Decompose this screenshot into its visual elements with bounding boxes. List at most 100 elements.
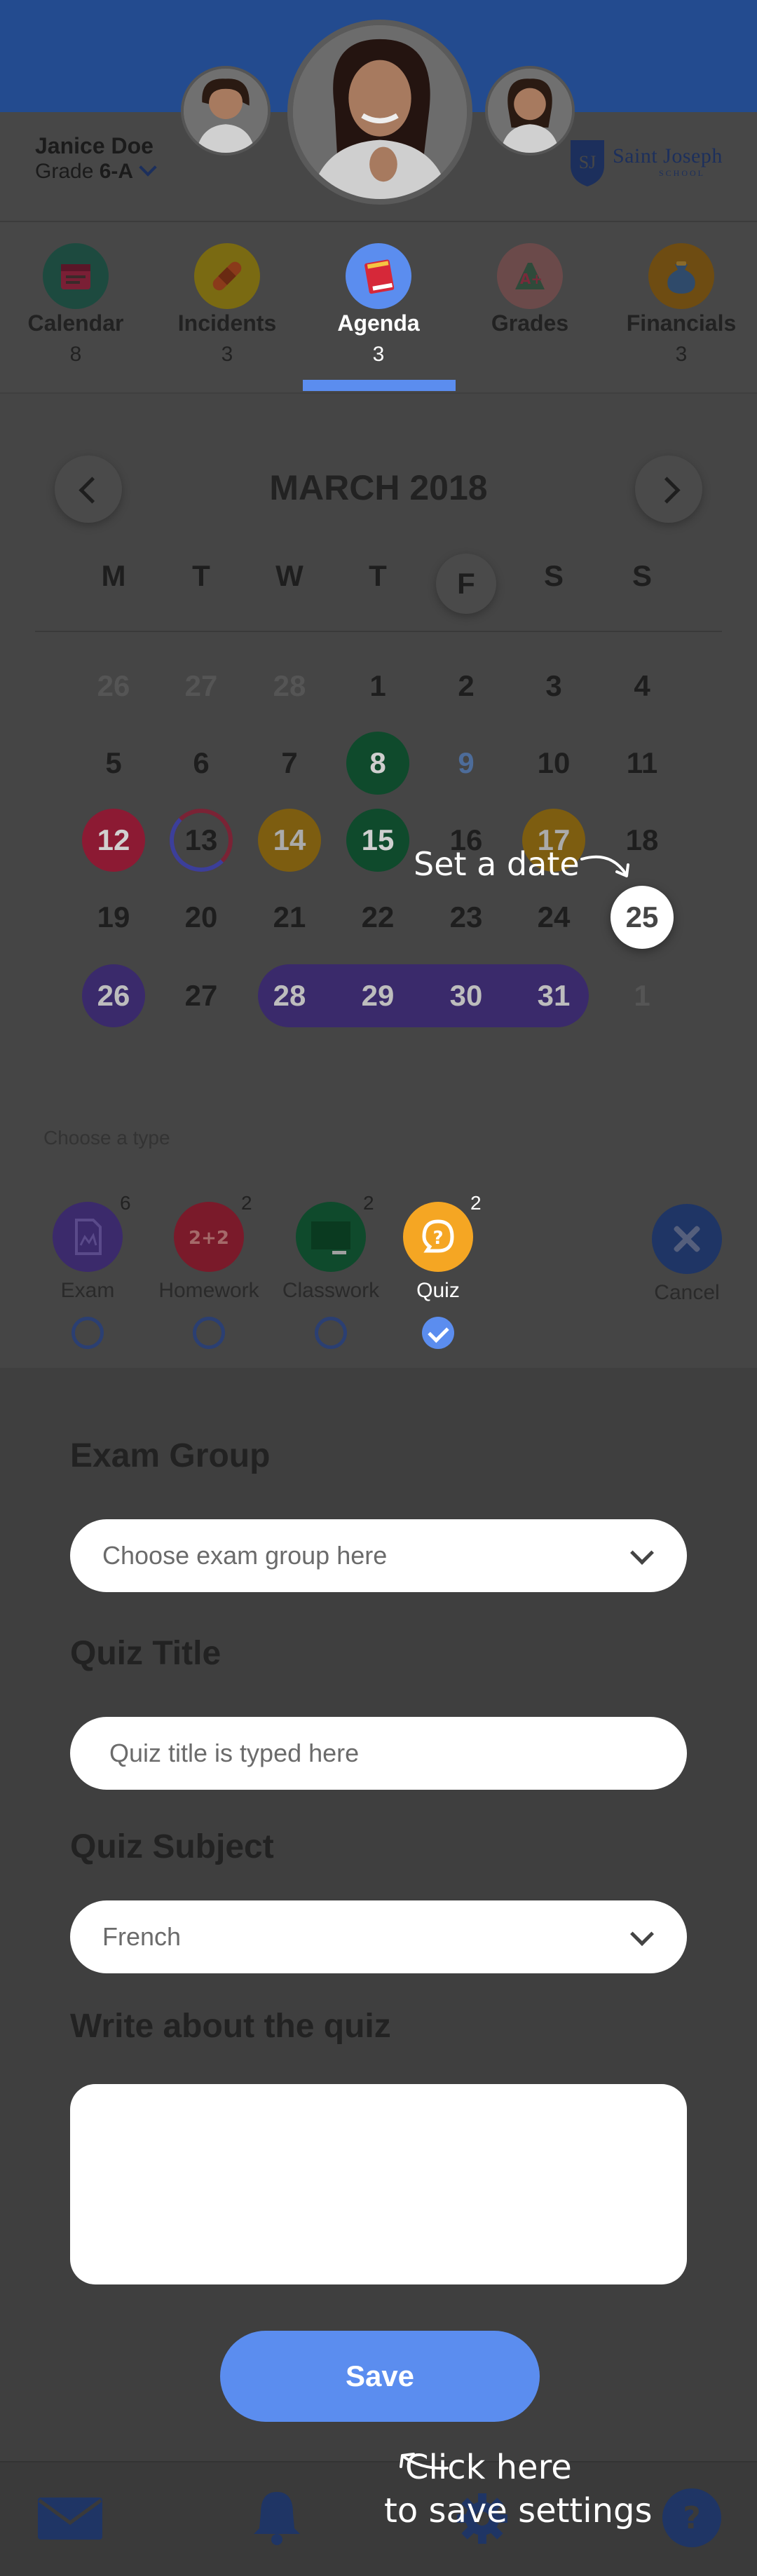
calendar-day-event[interactable]: 13 — [170, 809, 233, 872]
section-tabs: Calendar 8 Incidents 3 Agenda 3 A+ Grade… — [0, 221, 757, 392]
chalkboard-icon — [296, 1202, 366, 1272]
quiz-title-placeholder: Quiz title is typed here — [109, 1739, 360, 1767]
student-name: Janice Doe — [35, 133, 154, 158]
tab-incidents-label: Incidents — [177, 310, 277, 336]
save-button[interactable]: Save — [220, 2331, 540, 2422]
calendar-day[interactable]: 5 — [82, 732, 145, 795]
calendar-day[interactable]: 7 — [258, 732, 321, 795]
quiz-subject-select[interactable]: French — [70, 1900, 687, 1973]
type-count: 2 — [241, 1192, 252, 1214]
calendar-day-event[interactable]: 15 — [346, 809, 409, 872]
type-radio[interactable] — [193, 1317, 225, 1349]
exam-group-select[interactable]: Choose exam group here — [70, 1519, 687, 1592]
tab-agenda-label: Agenda — [337, 310, 420, 336]
tab-financials-label: Financials — [626, 310, 737, 336]
type-count: 2 — [363, 1192, 374, 1214]
calendar-day[interactable]: 23 — [435, 886, 498, 949]
mail-icon[interactable] — [36, 2496, 104, 2541]
school-sub: SCHOOL — [659, 168, 706, 178]
calendar-day[interactable]: 21 — [258, 886, 321, 949]
calendar-day[interactable]: 3 — [522, 655, 585, 718]
calendar-day[interactable]: 10 — [522, 732, 585, 795]
sibling-avatar-left[interactable] — [181, 66, 271, 156]
calendar-day[interactable]: 24 — [522, 886, 585, 949]
tab-agenda[interactable]: Agenda 3 — [303, 222, 454, 394]
calendar-day-event[interactable]: 8 — [346, 732, 409, 795]
calendar-day-in-range[interactable]: 31 — [522, 964, 585, 1027]
school-logo: SJ Saint Joseph SCHOOL — [568, 137, 736, 188]
quiz-title-heading: Quiz Title — [70, 1635, 221, 1672]
quiz-description-textarea[interactable] — [70, 2084, 687, 2284]
next-month-button[interactable] — [635, 455, 702, 523]
calendar-divider — [35, 631, 722, 632]
question-icon: ? — [403, 1202, 473, 1272]
sibling-avatar-right[interactable] — [485, 66, 575, 156]
type-radio[interactable] — [315, 1317, 347, 1349]
exam-group-heading: Exam Group — [70, 1437, 271, 1474]
tab-calendar-count: 8 — [69, 343, 82, 366]
type-option-classwork[interactable]: 2 Classwork — [282, 1192, 379, 1356]
type-radio-checked[interactable] — [422, 1317, 454, 1349]
calendar-day-selected[interactable]: 25 — [611, 886, 674, 949]
calendar-day[interactable]: 20 — [170, 886, 233, 949]
grade-value: 6-A — [99, 160, 134, 183]
weekday-fri[interactable]: F — [436, 554, 496, 614]
school-crest-icon: SJ — [571, 140, 604, 186]
calendar-day-in-range[interactable]: 28 — [258, 964, 321, 1027]
chevron-down-icon — [630, 1541, 654, 1565]
type-radio[interactable] — [71, 1317, 104, 1349]
tab-grades-label: Grades — [491, 310, 569, 336]
calendar-day[interactable]: 27 — [170, 655, 233, 718]
calendar-day-in-range[interactable]: 29 — [346, 964, 409, 1027]
type-count: 6 — [120, 1192, 131, 1214]
calendar-day-in-range[interactable]: 30 — [435, 964, 498, 1027]
curved-arrow-icon — [580, 855, 629, 877]
calendar-day[interactable]: 26 — [82, 655, 145, 718]
calendar-day[interactable]: 2 — [435, 655, 498, 718]
school-name: Saint Joseph — [613, 144, 723, 167]
student-avatar[interactable] — [287, 20, 472, 205]
book-icon — [346, 243, 411, 309]
calendar-day[interactable]: 4 — [611, 655, 674, 718]
calendar-day-today[interactable]: 9 — [435, 732, 498, 795]
save-hint-line2: to save settings — [384, 2491, 653, 2530]
calendar-day[interactable]: 27 — [170, 964, 233, 1027]
help-icon[interactable]: ? — [662, 2488, 722, 2548]
quiz-subject-heading: Quiz Subject — [70, 1828, 274, 1865]
calendar-icon — [43, 243, 109, 309]
save-hint-line1: Click here — [405, 2448, 572, 2487]
weekday-thu: T — [369, 559, 387, 592]
calendar-day-event[interactable]: 12 — [82, 809, 145, 872]
tab-calendar[interactable]: Calendar 8 — [0, 222, 151, 394]
cancel-label: Cancel — [654, 1281, 720, 1304]
calendar-day[interactable]: 1 — [611, 964, 674, 1027]
tab-financials[interactable]: Financials 3 — [606, 222, 757, 394]
calendar-day-event[interactable]: 26 — [82, 964, 145, 1027]
exam-group-placeholder: Choose exam group here — [102, 1541, 388, 1570]
calendar-day-event[interactable]: 14 — [258, 809, 321, 872]
cancel-button[interactable] — [652, 1204, 722, 1274]
calendar-day[interactable]: 6 — [170, 732, 233, 795]
svg-text:A+: A+ — [520, 270, 543, 287]
type-option-homework[interactable]: 2+2 2 Homework — [158, 1192, 259, 1356]
calendar-day[interactable]: 11 — [611, 732, 674, 795]
calendar-day[interactable]: 19 — [82, 886, 145, 949]
type-option-exam[interactable]: 6 Exam — [53, 1192, 131, 1356]
student-grade-selector[interactable]: Grade 6-A — [35, 158, 157, 184]
quiz-title-input[interactable]: Quiz title is typed here — [70, 1717, 687, 1790]
bell-icon[interactable] — [250, 2488, 304, 2547]
type-count: 2 — [470, 1192, 482, 1214]
type-option-quiz[interactable]: ? 2 Quiz — [403, 1192, 482, 1356]
weekday-tue: T — [192, 559, 210, 592]
svg-text:2+2: 2+2 — [189, 1228, 229, 1249]
weekday-mon: M — [101, 559, 126, 592]
calendar-day[interactable]: 22 — [346, 886, 409, 949]
tab-agenda-count: 3 — [372, 343, 385, 366]
calendar-day[interactable]: 28 — [258, 655, 321, 718]
calendar-day[interactable]: 1 — [346, 655, 409, 718]
tab-incidents[interactable]: Incidents 3 — [151, 222, 303, 394]
tab-calendar-label: Calendar — [27, 310, 124, 336]
quiz-subject-value: French — [102, 1922, 182, 1951]
exam-icon — [53, 1202, 123, 1272]
tab-grades[interactable]: A+ Grades — [454, 222, 606, 394]
